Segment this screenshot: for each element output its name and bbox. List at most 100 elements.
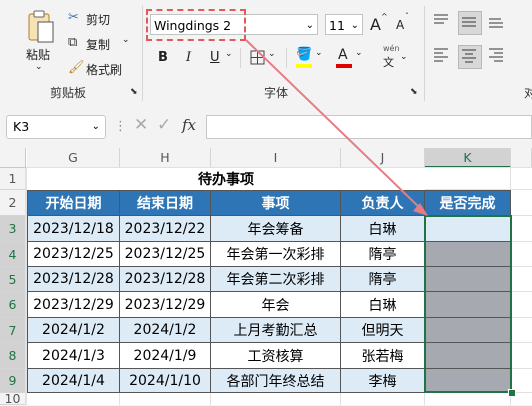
row-header-9[interactable]: 9: [0, 369, 26, 393]
table-cell[interactable]: 年会筹备: [211, 216, 341, 242]
table-cell[interactable]: 2024/1/4: [27, 369, 120, 393]
completion-cell[interactable]: [425, 267, 511, 292]
align-left-button[interactable]: [432, 46, 454, 68]
row-header-5[interactable]: 5: [0, 267, 26, 292]
table-cell[interactable]: 但明天: [341, 318, 425, 343]
table-cell[interactable]: 2023/12/28: [27, 267, 120, 292]
font-size-select[interactable]: 11 ⌄: [325, 14, 363, 35]
table-cell[interactable]: 各部门年终总结: [211, 369, 341, 393]
chevron-down-icon[interactable]: ⌄: [35, 62, 43, 72]
table-header-cell[interactable]: 开始日期: [27, 190, 120, 216]
table-cell[interactable]: 年会: [211, 292, 341, 318]
table-cell[interactable]: 2024/1/10: [120, 369, 211, 393]
row-header-7[interactable]: 7: [0, 318, 26, 343]
table-cell[interactable]: 2023/12/18: [27, 216, 120, 242]
column-header-k[interactable]: K: [425, 148, 511, 168]
chevron-down-icon: ⌄: [350, 20, 359, 31]
table-header-cell[interactable]: 是否完成: [425, 190, 511, 216]
dialog-launcher-icon[interactable]: ⬊: [130, 88, 138, 97]
table-cell[interactable]: 2024/1/9: [120, 343, 211, 369]
more-options-icon[interactable]: ⋮: [114, 120, 127, 133]
table-cell[interactable]: 2024/1/2: [27, 318, 120, 343]
table-cell[interactable]: 白琳: [341, 292, 425, 318]
row-header-10[interactable]: 10: [0, 391, 26, 406]
completion-cell[interactable]: [425, 343, 511, 369]
phonetic-button[interactable]: wén 文 ⌄: [380, 44, 412, 70]
grow-font-button[interactable]: A ^: [369, 12, 389, 36]
fill-color-swatch: [296, 64, 312, 68]
fill-color-button[interactable]: 🪣 ⌄: [296, 47, 326, 69]
align-middle-button[interactable]: [458, 11, 482, 35]
table-cell[interactable]: 2023/12/22: [120, 216, 211, 242]
column-header-partial[interactable]: [511, 148, 532, 168]
phonetic-bottom: 文: [383, 56, 394, 69]
table-header-cell[interactable]: 负责人: [341, 190, 425, 216]
table-cell[interactable]: 隋亭: [341, 242, 425, 267]
chevron-down-icon[interactable]: ⌄: [122, 35, 130, 45]
dialog-launcher-icon[interactable]: ⬊: [410, 88, 418, 97]
row-header-3[interactable]: 3: [0, 216, 26, 242]
font-color-button[interactable]: A ⌄: [336, 47, 366, 69]
underline-button[interactable]: U: [210, 50, 220, 65]
table-cell[interactable]: 上月考勤汇总: [211, 318, 341, 343]
table-cell[interactable]: 2024/1/3: [27, 343, 120, 369]
table-cell[interactable]: 隋亭: [341, 267, 425, 292]
check-icon[interactable]: ✓: [157, 117, 171, 134]
row-header-6[interactable]: 6: [0, 292, 26, 318]
align-bottom-icon: [489, 18, 503, 28]
borders-button[interactable]: ⌄: [250, 49, 280, 69]
fill-handle[interactable]: [508, 389, 516, 397]
select-all-corner[interactable]: [0, 148, 26, 168]
table-cell[interactable]: 2024/1/2: [120, 318, 211, 343]
formula-input[interactable]: [206, 115, 532, 139]
insert-function-icon[interactable]: fx: [182, 118, 196, 133]
table-cell[interactable]: 2023/12/25: [27, 242, 120, 267]
row-header-4[interactable]: 4: [0, 242, 26, 267]
row-header-1[interactable]: 1: [0, 168, 26, 190]
chevron-down-icon: ⌄: [355, 48, 363, 58]
column-header-j[interactable]: J: [341, 148, 425, 168]
row-header-8[interactable]: 8: [0, 343, 26, 369]
column-header-h[interactable]: H: [120, 148, 211, 168]
shrink-font-button[interactable]: A ˇ: [395, 12, 415, 36]
completion-cell[interactable]: [425, 216, 511, 242]
table-cell[interactable]: 2023/12/28: [120, 267, 211, 292]
align-top-button[interactable]: [432, 12, 454, 34]
cancel-icon[interactable]: ✕: [134, 117, 148, 134]
chevron-down-icon: ⌄: [315, 48, 323, 58]
table-cell[interactable]: 2023/12/25: [120, 242, 211, 267]
chevron-down-icon[interactable]: ⌄: [225, 49, 233, 59]
separator: [240, 48, 241, 68]
name-box[interactable]: K3 ⌄: [6, 115, 106, 139]
completion-cell[interactable]: [425, 369, 511, 393]
chevron-down-icon: ⌄: [268, 49, 276, 59]
italic-button[interactable]: I: [186, 50, 191, 65]
table-cell[interactable]: 年会第二次彩排: [211, 267, 341, 292]
table-cell[interactable]: 年会第一次彩排: [211, 242, 341, 267]
chevron-down-icon: ⌄: [305, 20, 314, 31]
table-header-cell[interactable]: 事项: [211, 190, 341, 216]
font-group-label: 字体: [264, 86, 289, 100]
align-center-button[interactable]: [458, 45, 482, 69]
table-header-cell[interactable]: 结束日期: [120, 190, 211, 216]
table-cell[interactable]: 工资核算: [211, 343, 341, 369]
row-header-2[interactable]: 2: [0, 190, 26, 216]
completion-cell[interactable]: [425, 292, 511, 318]
table-cell[interactable]: 李梅: [341, 369, 425, 393]
table-cell[interactable]: 张若梅: [341, 343, 425, 369]
table-cell[interactable]: 2023/12/29: [27, 292, 120, 318]
copy-button[interactable]: ⧉ 复制 ⌄: [66, 35, 136, 53]
table-cell[interactable]: 白琳: [341, 216, 425, 242]
phonetic-top: wén: [383, 44, 400, 53]
format-painter-button[interactable]: 🖌 格式刷: [66, 60, 136, 78]
column-header-i[interactable]: I: [211, 148, 341, 168]
completion-cell[interactable]: [425, 242, 511, 267]
align-bottom-button[interactable]: [487, 12, 509, 34]
align-right-button[interactable]: [487, 46, 509, 68]
completion-cell[interactable]: [425, 318, 511, 343]
bold-button[interactable]: B: [158, 50, 168, 65]
table-cell[interactable]: 2023/12/29: [120, 292, 211, 318]
paste-button[interactable]: 粘贴 ⌄: [22, 8, 58, 74]
column-header-g[interactable]: G: [27, 148, 120, 168]
cut-button[interactable]: ✂ 剪切: [66, 10, 126, 28]
